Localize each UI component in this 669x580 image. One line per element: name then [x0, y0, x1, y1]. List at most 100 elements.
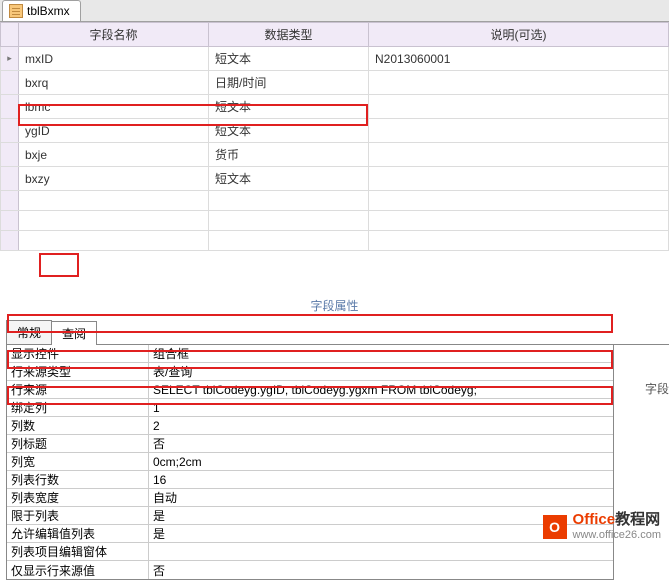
property-label: 列表行数 [7, 471, 149, 488]
watermark-url: www.office26.com [573, 529, 661, 541]
property-row[interactable]: 行来源类型表/查询 [7, 363, 613, 381]
row-selector[interactable] [1, 211, 19, 231]
cell-desc[interactable]: N2013060001 [369, 47, 669, 71]
cell-type[interactable] [209, 211, 369, 231]
property-label: 行来源类型 [7, 363, 149, 380]
cell-desc[interactable] [369, 95, 669, 119]
table-row[interactable]: bxje货币 [1, 143, 669, 167]
property-row[interactable]: 仅显示行来源值否 [7, 561, 613, 579]
property-label: 绑定列 [7, 399, 149, 416]
property-label: 列标题 [7, 435, 149, 452]
cell-name[interactable]: bxrq [19, 71, 209, 95]
property-value[interactable]: 否 [149, 561, 613, 579]
row-selector[interactable] [1, 119, 19, 143]
cell-type[interactable] [209, 191, 369, 211]
cell-desc[interactable] [369, 143, 669, 167]
cell-desc[interactable] [369, 211, 669, 231]
table-row[interactable]: ygID短文本 [1, 119, 669, 143]
property-row[interactable]: 行来源SELECT tblCodeyg.ygID, tblCodeyg.ygxm… [7, 381, 613, 399]
property-value[interactable]: 表/查询 [149, 363, 613, 380]
property-value[interactable]: SELECT tblCodeyg.ygID, tblCodeyg.ygxm FR… [149, 381, 613, 398]
cell-name[interactable]: bxje [19, 143, 209, 167]
cell-type[interactable]: 日期/时间 [209, 71, 369, 95]
row-selector[interactable] [1, 143, 19, 167]
cell-type[interactable]: 短文本 [209, 95, 369, 119]
property-row[interactable]: 列数2 [7, 417, 613, 435]
col-header-type[interactable]: 数据类型 [209, 23, 369, 47]
table-row[interactable]: ▸mxID短文本N2013060001 [1, 47, 669, 71]
col-header-desc[interactable]: 说明(可选) [369, 23, 669, 47]
property-row[interactable]: 列标题否 [7, 435, 613, 453]
object-tab-bar: tblBxmx [0, 0, 669, 22]
property-value[interactable]: 0cm;2cm [149, 453, 613, 470]
property-value[interactable]: 组合框 [149, 345, 613, 362]
property-value[interactable]: 16 [149, 471, 613, 488]
property-label: 列数 [7, 417, 149, 434]
property-row[interactable]: 列宽0cm;2cm [7, 453, 613, 471]
property-row[interactable]: 列表项目编辑窗体 [7, 543, 613, 561]
tab-general[interactable]: 常规 [6, 320, 52, 344]
row-selector[interactable] [1, 167, 19, 191]
property-value[interactable]: 自动 [149, 489, 613, 506]
cell-desc[interactable] [369, 71, 669, 95]
property-value[interactable] [149, 543, 613, 560]
table-icon [9, 4, 23, 18]
cell-name[interactable]: ygID [19, 119, 209, 143]
property-label: 列表项目编辑窗体 [7, 543, 149, 560]
property-row[interactable]: 列表宽度自动 [7, 489, 613, 507]
cell-desc[interactable] [369, 119, 669, 143]
table-row[interactable] [1, 231, 669, 251]
property-row[interactable]: 允许编辑值列表是 [7, 525, 613, 543]
cell-name[interactable] [19, 211, 209, 231]
office-icon: O [543, 515, 567, 539]
property-label: 行来源 [7, 381, 149, 398]
row-selector[interactable] [1, 191, 19, 211]
cell-desc[interactable] [369, 191, 669, 211]
row-selector[interactable] [1, 231, 19, 251]
property-label: 列宽 [7, 453, 149, 470]
table-row[interactable] [1, 191, 669, 211]
highlight-box-lookup-tab [39, 253, 79, 277]
cell-name[interactable] [19, 231, 209, 251]
property-label: 显示控件 [7, 345, 149, 362]
property-value[interactable]: 否 [149, 435, 613, 452]
property-label: 允许编辑值列表 [7, 525, 149, 542]
table-row[interactable]: bxzy短文本 [1, 167, 669, 191]
row-selector[interactable]: ▸ [1, 47, 19, 71]
property-value[interactable]: 2 [149, 417, 613, 434]
property-label: 列表宽度 [7, 489, 149, 506]
cell-desc[interactable] [369, 231, 669, 251]
col-header-name[interactable]: 字段名称 [19, 23, 209, 47]
table-row[interactable]: bxrq日期/时间 [1, 71, 669, 95]
cell-name[interactable]: lbmc [19, 95, 209, 119]
field-design-grid[interactable]: 字段名称 数据类型 说明(可选) ▸mxID短文本N2013060001bxrq… [0, 22, 669, 251]
row-selector[interactable] [1, 95, 19, 119]
cell-name[interactable]: bxzy [19, 167, 209, 191]
property-row[interactable]: 显示控件组合框 [7, 345, 613, 363]
cell-type[interactable]: 短文本 [209, 119, 369, 143]
cell-name[interactable] [19, 191, 209, 211]
table-row[interactable] [1, 211, 669, 231]
cell-name[interactable]: mxID [19, 47, 209, 71]
property-label: 仅显示行来源值 [7, 561, 149, 579]
tab-title: tblBxmx [27, 4, 70, 18]
table-row[interactable]: lbmc短文本 [1, 95, 669, 119]
property-tabs: 常规 查阅 [6, 320, 669, 345]
watermark-brand: Office教程网 [573, 512, 661, 529]
row-selector-header [1, 23, 19, 47]
property-label: 限于列表 [7, 507, 149, 524]
property-value[interactable]: 1 [149, 399, 613, 416]
property-row[interactable]: 限于列表是 [7, 507, 613, 525]
tab-lookup[interactable]: 查阅 [51, 321, 97, 345]
cell-desc[interactable] [369, 167, 669, 191]
property-row[interactable]: 列表行数16 [7, 471, 613, 489]
cell-type[interactable]: 货币 [209, 143, 369, 167]
row-selector[interactable] [1, 71, 19, 95]
property-sheet: 显示控件组合框行来源类型表/查询行来源SELECT tblCodeyg.ygID… [6, 345, 614, 580]
cell-type[interactable]: 短文本 [209, 167, 369, 191]
object-tab[interactable]: tblBxmx [2, 0, 81, 21]
cell-type[interactable]: 短文本 [209, 47, 369, 71]
property-row[interactable]: 绑定列1 [7, 399, 613, 417]
side-help-label: 字段 [645, 380, 669, 397]
cell-type[interactable] [209, 231, 369, 251]
